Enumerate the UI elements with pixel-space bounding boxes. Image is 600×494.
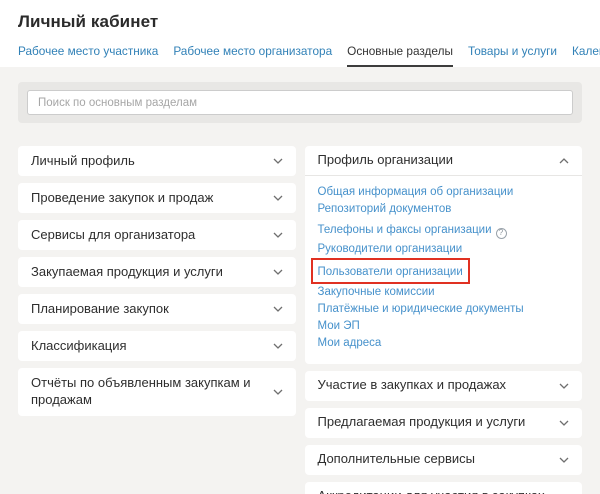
main-content: Личный профиль Проведение закупок и прод… xyxy=(0,67,600,494)
chevron-down-icon xyxy=(273,269,283,275)
help-icon[interactable]: ? xyxy=(496,228,507,239)
right-column: Профиль организации Общая информация об … xyxy=(305,146,583,494)
section-accreditations-card: Аккредитации для участия в закупках xyxy=(305,482,583,494)
section-offered-products-card: Предлагаемая продукция и услуги xyxy=(305,408,583,438)
section-additional-services-card: Дополнительные сервисы xyxy=(305,445,583,475)
accordion-title: Предлагаемая продукция и услуги xyxy=(318,414,526,431)
chevron-down-icon xyxy=(273,158,283,164)
accordion-title: Дополнительные сервисы xyxy=(318,451,476,468)
accordion-title: Участие в закупках и продажах xyxy=(318,377,507,394)
accordion-title: Отчёты по объявленным закупкам и продажа… xyxy=(31,375,265,409)
section-procurement-planning-card: Планирование закупок xyxy=(18,294,296,324)
section-personal-profile-card: Личный профиль xyxy=(18,146,296,176)
section-classification-card: Классификация xyxy=(18,331,296,361)
sections-columns: Личный профиль Проведение закупок и прод… xyxy=(18,146,582,494)
search-bar-container xyxy=(18,82,582,123)
chevron-down-icon xyxy=(559,420,569,426)
chevron-down-icon xyxy=(273,389,283,395)
link-row-phones-faxes: Телефоны и факсы организации? xyxy=(318,220,570,239)
accordion-title: Классификация xyxy=(31,338,127,355)
link-organization-users[interactable]: Пользователи организации xyxy=(318,266,463,278)
section-procurement-conduct-card: Проведение закупок и продаж xyxy=(18,183,296,213)
accordion-additional-services[interactable]: Дополнительные сервисы xyxy=(305,445,583,475)
accordion-title: Личный профиль xyxy=(31,153,135,170)
accordion-procurement-conduct[interactable]: Проведение закупок и продаж xyxy=(18,183,296,213)
accordion-organization-profile[interactable]: Профиль организации xyxy=(305,146,583,176)
section-participation-card: Участие в закупках и продажах xyxy=(305,371,583,401)
chevron-down-icon xyxy=(273,306,283,312)
link-my-digital-signatures[interactable]: Мои ЭП xyxy=(318,320,570,333)
accordion-title: Планирование закупок xyxy=(31,301,169,318)
chevron-down-icon xyxy=(559,457,569,463)
page-title: Личный кабинет xyxy=(18,12,582,32)
tab-bar: Рабочее место участника Рабочее место ор… xyxy=(18,44,582,67)
red-highlight-frame: Пользователи организации xyxy=(311,258,470,284)
link-general-organization-info[interactable]: Общая информация об организации xyxy=(318,186,570,199)
chevron-down-icon xyxy=(273,343,283,349)
accordion-title: Закупаемая продукция и услуги xyxy=(31,264,223,281)
section-organization-profile-card: Профиль организации Общая информация об … xyxy=(305,146,583,364)
accordion-personal-profile[interactable]: Личный профиль xyxy=(18,146,296,176)
link-purchasing-committees[interactable]: Закупочные комиссии xyxy=(318,286,570,299)
link-organization-phones-faxes[interactable]: Телефоны и факсы организации xyxy=(318,224,492,236)
search-input[interactable] xyxy=(27,90,573,115)
chevron-up-icon xyxy=(559,158,569,164)
tab-main-sections[interactable]: Основные разделы xyxy=(347,44,453,67)
link-document-repository[interactable]: Репозиторий документов xyxy=(318,203,570,216)
tab-marketplace-calendar[interactable]: Календарь торговой площадки xyxy=(572,44,600,67)
page-header: Личный кабинет Рабочее место участника Р… xyxy=(0,0,600,67)
accordion-organizer-services[interactable]: Сервисы для организатора xyxy=(18,220,296,250)
organization-profile-links: Общая информация об организации Репозито… xyxy=(305,176,583,356)
accordion-offered-products[interactable]: Предлагаемая продукция и услуги xyxy=(305,408,583,438)
accordion-participation[interactable]: Участие в закупках и продажах xyxy=(305,371,583,401)
tab-goods-services[interactable]: Товары и услуги xyxy=(468,44,557,67)
accordion-accreditations[interactable]: Аккредитации для участия в закупках xyxy=(305,482,583,494)
accordion-procurement-planning[interactable]: Планирование закупок xyxy=(18,294,296,324)
section-purchased-products-card: Закупаемая продукция и услуги xyxy=(18,257,296,287)
link-organization-heads[interactable]: Руководители организации xyxy=(318,243,570,256)
left-column: Личный профиль Проведение закупок и прод… xyxy=(18,146,296,423)
accordion-purchased-products[interactable]: Закупаемая продукция и услуги xyxy=(18,257,296,287)
accordion-title: Профиль организации xyxy=(318,152,453,169)
accordion-classification[interactable]: Классификация xyxy=(18,331,296,361)
accordion-title: Аккредитации для участия в закупках xyxy=(318,488,545,494)
chevron-down-icon xyxy=(559,383,569,389)
chevron-down-icon xyxy=(273,195,283,201)
accordion-title: Проведение закупок и продаж xyxy=(31,190,213,207)
accordion-title: Сервисы для организатора xyxy=(31,227,195,244)
tab-participant-workplace[interactable]: Рабочее место участника xyxy=(18,44,158,67)
section-reports-card: Отчёты по объявленным закупкам и продажа… xyxy=(18,368,296,416)
link-payment-legal-documents[interactable]: Платёжные и юридические документы xyxy=(318,303,570,316)
chevron-down-icon xyxy=(273,232,283,238)
tab-organizer-workplace[interactable]: Рабочее место организатора xyxy=(173,44,332,67)
highlight-box: Пользователи организации xyxy=(318,260,570,282)
link-my-addresses[interactable]: Мои адреса xyxy=(318,337,570,350)
section-organizer-services-card: Сервисы для организатора xyxy=(18,220,296,250)
accordion-reports[interactable]: Отчёты по объявленным закупкам и продажа… xyxy=(18,368,296,416)
